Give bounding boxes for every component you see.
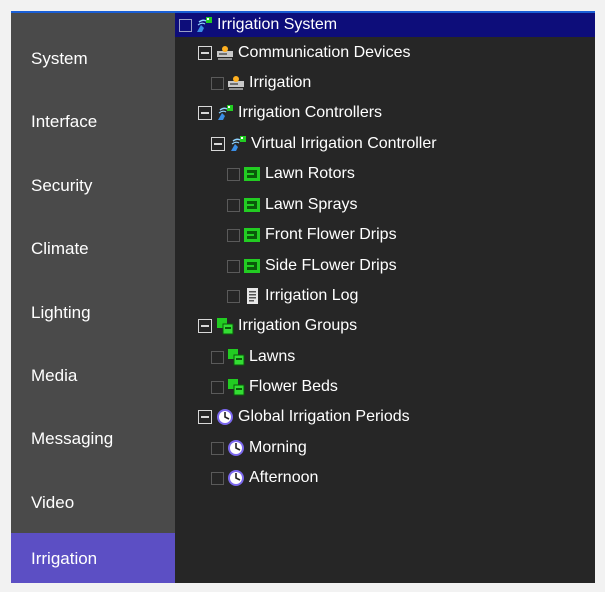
tree-checkbox[interactable] [211, 76, 224, 90]
sidebar-item-label: Interface [31, 111, 98, 131]
tree-node-label: Lawn Sprays [265, 196, 358, 213]
tree-node-label: Global Irrigation Periods [238, 408, 410, 425]
sidebar-item-label: Messaging [31, 428, 114, 448]
tree-node-label: Irrigation Controllers [238, 104, 383, 121]
sidebar-item-label: Lighting [31, 302, 91, 322]
tree-node-label: Side FLower Drips [265, 257, 397, 274]
tree-node-zone[interactable]: Side FLower Drips [227, 255, 399, 277]
collapse-toggle-icon[interactable] [211, 137, 225, 151]
tree-node-label: Morning [249, 439, 307, 456]
tree-node-irrigation-controllers[interactable]: Irrigation Controllers [198, 102, 384, 124]
tree-checkbox[interactable] [227, 289, 240, 303]
tree-node-irrigation-system[interactable]: Irrigation System [179, 14, 340, 36]
sprinkler-icon [197, 17, 212, 32]
sidebar-item-label: Video [31, 492, 75, 512]
tree-checkbox[interactable] [211, 350, 224, 364]
tree-node-period[interactable]: Morning [211, 437, 309, 459]
sprinkler-icon [218, 105, 233, 120]
irrigation-tree: Irrigation System Communication Devices … [175, 13, 595, 583]
clock-icon [228, 440, 244, 456]
tree-node-communication-devices[interactable]: Communication Devices [198, 42, 413, 64]
tree-node-group[interactable]: Flower Beds [211, 376, 340, 398]
tree-node-irrigation-groups[interactable]: Irrigation Groups [198, 315, 359, 337]
sidebar-item-video[interactable]: Video [11, 471, 175, 534]
tree-node-label: Afternoon [249, 469, 319, 486]
sidebar-item-media[interactable]: Media [11, 344, 175, 407]
sidebar: System Interface Security Climate Lighti… [11, 13, 175, 583]
sidebar-item-climate[interactable]: Climate [11, 217, 175, 280]
tree-checkbox[interactable] [211, 380, 224, 394]
sidebar-item-messaging[interactable]: Messaging [11, 407, 175, 470]
valve-icon [244, 259, 260, 273]
tree-node-irrigation-log[interactable]: Irrigation Log [227, 285, 360, 307]
tree-node-zone[interactable]: Lawn Rotors [227, 163, 357, 185]
sidebar-item-irrigation[interactable]: Irrigation [11, 533, 175, 583]
sidebar-item-label: Irrigation [31, 549, 98, 568]
valve-icon [244, 228, 260, 242]
tree-checkbox[interactable] [211, 471, 224, 485]
tree-node-label: Flower Beds [249, 378, 338, 395]
collapse-toggle-icon[interactable] [198, 410, 212, 424]
collapse-toggle-icon[interactable] [198, 319, 212, 333]
network-device-icon [228, 76, 244, 90]
sprinkler-icon [231, 136, 246, 151]
sidebar-item-label: Security [31, 175, 93, 195]
tree-node-label: Irrigation System [215, 15, 340, 35]
tree-checkbox[interactable] [227, 228, 240, 242]
tree-node-label: Irrigation Log [265, 287, 359, 304]
collapse-toggle-icon[interactable] [198, 46, 212, 60]
tree-node-label: Front Flower Drips [265, 226, 397, 243]
clock-icon [217, 409, 233, 425]
collapse-toggle-icon[interactable] [198, 106, 212, 120]
valve-icon [244, 167, 260, 181]
tree-node-global-periods[interactable]: Global Irrigation Periods [198, 406, 412, 428]
tree-node-zone[interactable]: Lawn Sprays [227, 194, 360, 216]
sidebar-item-label: Climate [31, 238, 89, 258]
tree-node-label: Virtual Irrigation Controller [251, 135, 437, 152]
tree-checkbox[interactable] [179, 18, 192, 32]
irrigation-window: System Interface Security Climate Lighti… [11, 11, 595, 583]
valve-icon [244, 198, 260, 212]
tree-node-group[interactable]: Lawns [211, 346, 297, 368]
sidebar-item-system[interactable]: System [11, 27, 175, 90]
sidebar-item-label: System [31, 48, 88, 68]
tree-node-label: Communication Devices [238, 44, 411, 61]
tree-checkbox[interactable] [227, 167, 240, 181]
tree-checkbox[interactable] [211, 441, 224, 455]
tree-node-label: Irrigation [249, 74, 312, 91]
group-icon [217, 318, 234, 335]
sidebar-item-lighting[interactable]: Lighting [11, 281, 175, 344]
clock-icon [228, 470, 244, 486]
tree-node-period[interactable]: Afternoon [211, 467, 320, 489]
tree-node-virtual-controller[interactable]: Virtual Irrigation Controller [211, 133, 439, 155]
network-device-icon [217, 46, 233, 60]
tree-node-label: Lawn Rotors [265, 165, 355, 182]
tree-node-label: Irrigation Groups [238, 317, 358, 334]
sidebar-item-label: Media [31, 365, 78, 385]
group-icon [228, 379, 245, 396]
tree-node-label: Lawns [249, 348, 296, 365]
tree-node-comm-irrigation[interactable]: Irrigation [211, 72, 313, 94]
log-document-icon [247, 288, 258, 304]
tree-checkbox[interactable] [227, 198, 240, 212]
sidebar-item-security[interactable]: Security [11, 154, 175, 217]
sidebar-item-interface[interactable]: Interface [11, 90, 175, 153]
tree-checkbox[interactable] [227, 259, 240, 273]
group-icon [228, 349, 245, 366]
tree-node-zone[interactable]: Front Flower Drips [227, 224, 399, 246]
